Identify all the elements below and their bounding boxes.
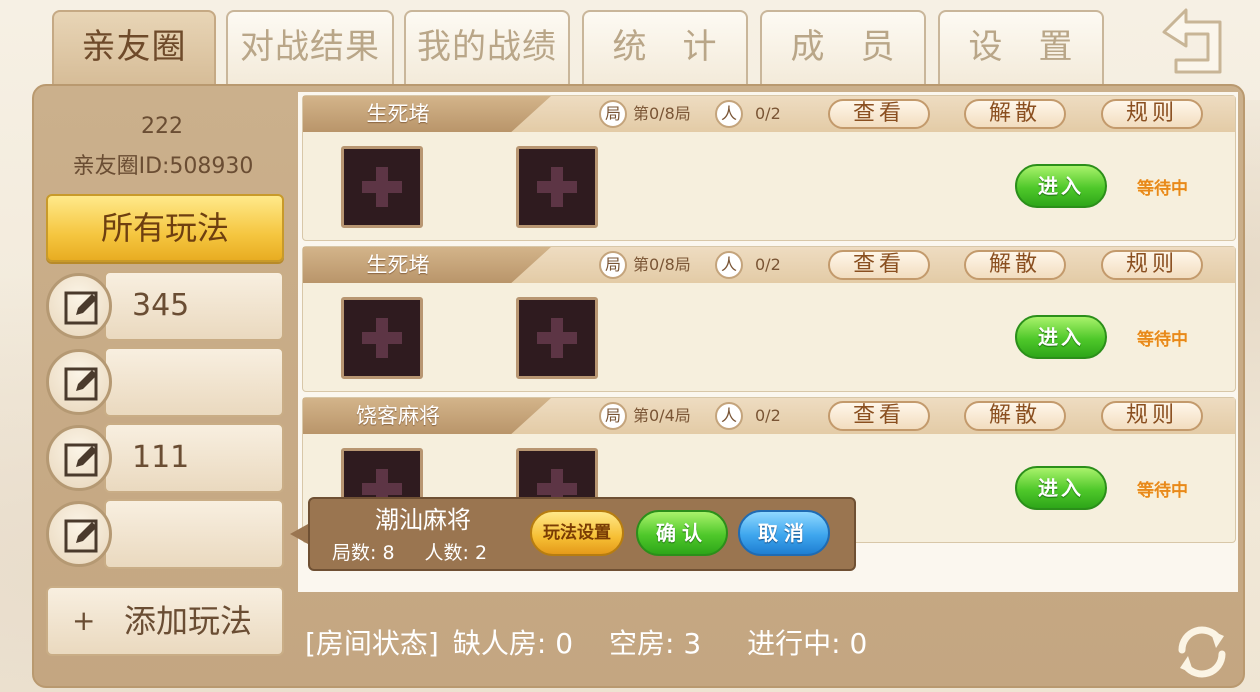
room-status-label: 等待中	[1137, 179, 1188, 199]
rules-button[interactable]: 规则	[1101, 250, 1203, 280]
round-count: 第0/8局	[633, 104, 691, 123]
empty-seat[interactable]	[341, 146, 423, 228]
tab-members[interactable]: 成 员	[760, 10, 926, 86]
rules-button[interactable]: 规则	[1101, 401, 1203, 431]
room-card: 生死堵 局 第0/8局 人 0/2 查看 解散 规则 进入 等待中	[302, 246, 1236, 392]
popup-mode-info: 局数: 8 人数: 2	[332, 538, 487, 565]
edit-icon[interactable]	[46, 425, 112, 491]
round-count: 第0/4局	[633, 406, 691, 425]
view-button[interactable]: 查看	[828, 250, 930, 280]
edit-icon[interactable]	[46, 273, 112, 339]
mode-settings-button[interactable]: 玩法设置	[530, 510, 624, 556]
add-seat-icon	[537, 167, 577, 207]
add-seat-icon	[362, 318, 402, 358]
tab-settings[interactable]: 设 置	[938, 10, 1104, 86]
tab-friend-circle[interactable]: 亲友圈	[52, 10, 216, 86]
confirm-button[interactable]: 确认	[636, 510, 728, 556]
people-icon: 人	[715, 251, 743, 279]
tab-my-records[interactable]: 我的战绩	[404, 10, 570, 86]
mode-item[interactable]	[46, 347, 284, 417]
round-icon: 局	[599, 251, 627, 279]
enter-button[interactable]: 进入	[1015, 466, 1107, 510]
people-count: 0/2	[755, 255, 781, 274]
people-icon: 人	[715, 402, 743, 430]
tab-battle-results[interactable]: 对战结果	[226, 10, 394, 86]
mode-item[interactable]: 345	[46, 271, 284, 341]
popup-mode-name: 潮汕麻将	[375, 506, 471, 534]
popup-rounds: 局数: 8	[332, 542, 395, 564]
back-arrow-icon[interactable]	[1142, 2, 1232, 80]
room-status-prefix: [房间状态]	[305, 627, 439, 660]
mode-item[interactable]: 111	[46, 423, 284, 493]
add-seat-icon	[537, 318, 577, 358]
view-button[interactable]: 查看	[828, 99, 930, 129]
round-count: 第0/8局	[633, 255, 691, 274]
people-icon: 人	[715, 100, 743, 128]
tab-statistics[interactable]: 统 计	[582, 10, 748, 86]
dissolve-button[interactable]: 解散	[964, 401, 1066, 431]
round-icon: 局	[599, 402, 627, 430]
enter-button[interactable]: 进入	[1015, 315, 1107, 359]
add-mode-button[interactable]: + 添加玩法	[46, 586, 284, 656]
popup-players: 人数: 2	[424, 542, 488, 564]
room-title: 生死堵	[366, 253, 430, 277]
in-progress-count: 进行中: 0	[747, 627, 868, 660]
club-name: 222	[141, 114, 183, 139]
refresh-icon[interactable]	[1170, 620, 1234, 684]
dissolve-button[interactable]: 解散	[964, 99, 1066, 129]
people-count: 0/2	[755, 104, 781, 123]
enter-button[interactable]: 进入	[1015, 164, 1107, 208]
room-status-label: 等待中	[1137, 481, 1188, 501]
popup-arrow	[290, 524, 308, 544]
plus-icon: +	[72, 604, 96, 637]
room-title: 生死堵	[366, 102, 430, 126]
cancel-button[interactable]: 取消	[738, 510, 830, 556]
room-title: 饶客麻将	[356, 404, 440, 428]
people-count: 0/2	[755, 406, 781, 425]
mode-label[interactable]	[104, 499, 284, 569]
mode-label[interactable]	[104, 347, 284, 417]
empty-seat[interactable]	[516, 146, 598, 228]
short-room-count: 缺人房: 0	[452, 627, 574, 660]
club-id: 亲友圈ID:508930	[72, 154, 254, 179]
view-button[interactable]: 查看	[828, 401, 930, 431]
edit-icon[interactable]	[46, 501, 112, 567]
room-status-bar: [房间状态] 缺人房: 0 空房: 3 进行中: 0	[305, 622, 903, 662]
empty-seat[interactable]	[516, 297, 598, 379]
add-mode-label: 添加玩法	[124, 602, 253, 640]
mode-label[interactable]: 345	[104, 271, 284, 341]
dissolve-button[interactable]: 解散	[964, 250, 1066, 280]
empty-seat[interactable]	[341, 297, 423, 379]
add-seat-icon	[362, 167, 402, 207]
all-modes-button[interactable]: 所有玩法	[46, 194, 284, 262]
mode-label[interactable]: 111	[104, 423, 284, 493]
edit-icon[interactable]	[46, 349, 112, 415]
mode-item[interactable]	[46, 499, 284, 569]
room-status-label: 等待中	[1137, 330, 1188, 350]
round-icon: 局	[599, 100, 627, 128]
empty-room-count: 空房: 3	[609, 627, 702, 660]
room-card: 生死堵 局 第0/8局 人 0/2 查看 解散 规则 进入 等待中	[302, 95, 1236, 241]
rules-button[interactable]: 规则	[1101, 99, 1203, 129]
